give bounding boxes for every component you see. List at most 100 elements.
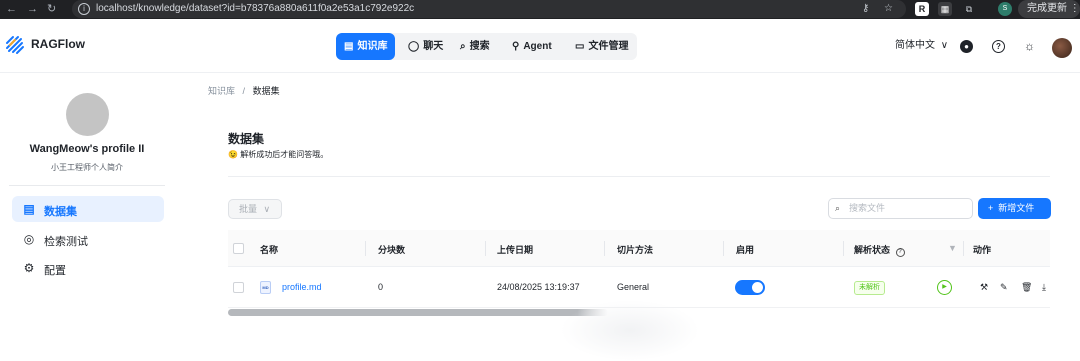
nav-agent[interactable]: ⚲ Agent [512,33,552,60]
nav-label: 知识库 [357,41,388,52]
description-text: 解析成功后才能问答哦。 [240,150,329,159]
dataset-description: 小王工程师个人简介 [51,163,123,172]
chunk-method[interactable]: General [617,282,649,292]
scroll-shadow [560,300,700,361]
sidebar-item-retrieval-test[interactable]: ◎ 检索测试 [12,226,164,252]
sidebar-item-label: 检索测试 [44,236,88,248]
app-header: RAGFlow ▤ 知识库 ◯ 聊天 ⌕ 搜索 ⚲ Agent ▭ 文件管理 简体中文 ∨… [0,19,1080,73]
filter-icon[interactable]: ▼ [948,243,957,253]
column-divider [604,241,605,256]
target-icon: ◎ [23,232,35,246]
breadcrumb-separator: / [242,86,246,96]
add-file-label: 新增文件 [998,203,1035,213]
column-divider [365,241,366,256]
nav-chat[interactable]: ◯ 聊天 [408,33,443,60]
sidebar-item-dataset[interactable]: ▤ 数据集 [12,196,164,222]
breadcrumb-root[interactable]: 知识库 [208,86,235,96]
bulk-actions-button[interactable]: 批量 ∨ [228,199,282,219]
download-icon[interactable]: ⤓ [1042,282,1046,293]
extensions-puzzle-icon[interactable]: ⧉ [962,2,976,16]
extension-r-icon[interactable]: R [915,2,929,16]
row-checkbox[interactable] [233,282,244,293]
theme-sun-icon[interactable]: ☼ [1024,19,1035,73]
content-divider [228,176,1050,177]
search-placeholder: 搜索文件 [849,203,886,213]
folder-icon: ▭ [575,41,585,52]
user-avatar[interactable] [1052,38,1072,58]
extension-chart-icon[interactable]: ▦ [938,2,952,16]
horizontal-scrollbar[interactable] [228,309,608,316]
wink-emoji-icon: 😉 [228,150,238,159]
add-file-button[interactable]: + 新增文件 [978,198,1051,219]
chat-icon: ◯ [408,41,420,52]
enable-toggle[interactable] [735,280,765,295]
upload-date: 24/08/2025 13:19:37 [497,282,580,292]
rename-pencil-icon[interactable]: ✎ [1000,282,1008,293]
file-search-input[interactable]: ⌕ 搜索文件 [828,198,973,219]
help-icon[interactable]: ? [895,248,905,257]
search-icon: ⌕ [460,41,466,52]
chunk-count: 0 [378,282,384,292]
column-header-parse-status[interactable]: 解析状态 ? [854,243,905,257]
bookmark-star-icon[interactable]: ☆ [884,3,893,14]
delete-trash-icon[interactable]: 🗑 [1021,282,1032,293]
sidebar: WangMeow's profile II 小王工程师个人简介 ▤ 数据集 ◎ … [0,74,174,361]
dataset-avatar [66,93,109,136]
sidebar-divider [9,185,165,186]
toggle-knob [752,282,763,293]
ragflow-logo-icon [6,36,24,54]
column-divider [963,241,964,256]
sidebar-item-label: 配置 [44,265,66,277]
breadcrumb-current: 数据集 [252,86,280,96]
page-description: 😉 解析成功后才能问答哦。 [228,149,328,160]
column-divider [485,241,486,256]
nav-search[interactable]: ⌕ 搜索 [460,33,490,60]
search-icon: ⌕ [835,203,841,213]
sidebar-item-configuration[interactable]: ⚙ 配置 [12,255,164,281]
chevron-down-icon: ∨ [263,204,271,214]
column-header-actions: 动作 [973,245,992,255]
nav-file-management[interactable]: ▭ 文件管理 [575,33,628,60]
sidebar-item-label: 数据集 [44,206,77,218]
github-icon[interactable]: ● [960,40,973,53]
address-bar[interactable]: i localhost/knowledge/dataset?id=b78376a… [72,0,906,18]
main-nav: ▤ 知识库 ◯ 聊天 ⌕ 搜索 ⚲ Agent ▭ 文件管理 [336,33,637,60]
language-select[interactable]: 简体中文 ∨ [895,19,948,73]
update-label: 完成更新 [1027,3,1067,14]
update-button[interactable]: 完成更新 ⋮ [1018,0,1080,18]
nav-label: Agent [523,41,552,52]
bulk-label: 批量 [239,204,258,214]
gear-icon: ⚙ [23,261,35,275]
nav-label: 搜索 [469,41,490,52]
reload-icon[interactable]: ↻ [47,2,56,16]
database-icon: ▤ [344,41,354,52]
agent-icon: ⚲ [512,41,520,52]
column-header-upload-date[interactable]: 上传日期 [497,243,533,256]
parse-status-badge: 未解析 [854,281,885,295]
forward-icon[interactable]: → [27,2,38,16]
nav-knowledge-base[interactable]: ▤ 知识库 [336,33,396,60]
browser-toolbar: ← → ↻ i localhost/knowledge/dataset?id=b… [0,0,1080,19]
nav-label: 文件管理 [588,41,629,52]
back-icon[interactable]: ← [6,2,17,16]
dataset-name: WangMeow's profile II [29,143,145,155]
column-header-chunk-method[interactable]: 切片方法 [617,243,653,256]
column-header-chunks[interactable]: 分块数 [378,243,405,256]
column-divider [723,241,724,256]
chevron-down-icon: ∨ [940,40,949,51]
file-name-link[interactable]: profile.md [282,282,322,292]
nav-label: 聊天 [423,41,444,52]
plus-icon: + [988,203,994,213]
wrench-icon[interactable]: ⚒ [980,282,988,293]
column-header-name[interactable]: 名称 [260,243,278,256]
site-info-icon[interactable]: i [78,3,90,15]
help-icon[interactable]: ? [992,40,1005,53]
key-icon[interactable]: ⚷ [862,3,869,14]
column-divider [843,241,844,256]
select-all-checkbox[interactable] [233,243,244,254]
markdown-file-icon: MD [260,281,271,294]
column-header-enabled[interactable]: 启用 [736,243,754,256]
language-label: 简体中文 [895,40,935,51]
profile-avatar-icon[interactable]: S [998,2,1012,16]
start-parse-icon[interactable]: ▶ [937,280,952,295]
